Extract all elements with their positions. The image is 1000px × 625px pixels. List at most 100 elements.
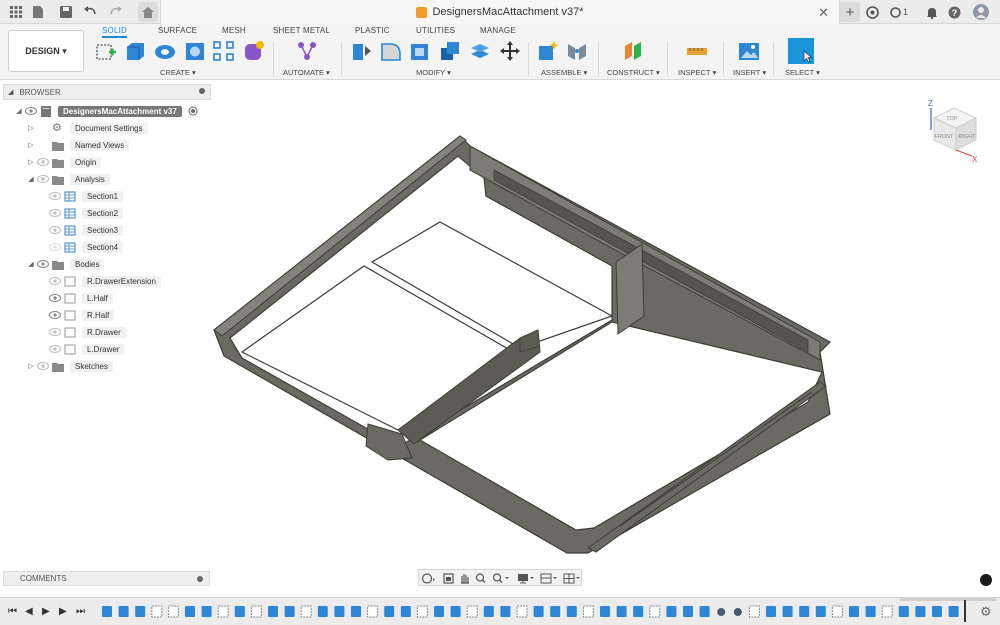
settings-gear-icon[interactable]: ⚙ xyxy=(980,604,992,620)
automate-icon[interactable] xyxy=(296,40,318,62)
visibility-eye-icon[interactable] xyxy=(49,294,61,302)
timeline-feature-icon[interactable] xyxy=(466,605,478,618)
go-to-end-icon[interactable]: ⏭ xyxy=(76,606,85,617)
shell-icon[interactable] xyxy=(409,40,431,62)
workspace-switcher-button[interactable]: DESIGN ▾ xyxy=(8,30,84,72)
expand-arrow-icon[interactable]: ▷ xyxy=(27,124,35,132)
timeline-feature-icon[interactable] xyxy=(683,606,693,617)
grid-menu-icon[interactable] xyxy=(8,4,24,20)
timeline-feature-icon[interactable] xyxy=(367,605,379,618)
timeline-feature-icon[interactable] xyxy=(533,606,544,617)
visibility-eye-icon[interactable] xyxy=(49,226,61,234)
browser-item-section2[interactable]: Section2 xyxy=(47,206,124,220)
visibility-eye-icon[interactable] xyxy=(37,158,49,166)
modify-menu[interactable]: MODIFY ▾ xyxy=(416,68,451,77)
timeline-feature-icon[interactable] xyxy=(400,606,411,617)
collapse-arrow-icon[interactable]: ◢ xyxy=(27,175,35,183)
visibility-eye-icon[interactable] xyxy=(49,192,61,200)
view-cube-right[interactable]: RIGHT xyxy=(958,134,976,140)
view-cube-top[interactable]: TOP xyxy=(946,116,958,122)
timeline-feature-icon[interactable] xyxy=(815,606,826,617)
revolve-icon[interactable] xyxy=(154,40,176,62)
comments-pin-icon[interactable] xyxy=(197,576,203,582)
expand-arrow-icon[interactable]: ▷ xyxy=(27,141,35,149)
display-settings-icon[interactable] xyxy=(518,574,534,584)
browser-item-named-views[interactable]: ▷ Named Views xyxy=(27,138,130,152)
browser-root-item[interactable]: ◢ DesignersMacAttachment v37 xyxy=(15,104,198,118)
timeline-feature-icon[interactable] xyxy=(284,606,295,617)
timeline-feature-icon[interactable] xyxy=(582,605,594,618)
timeline-feature-icon[interactable] xyxy=(550,606,561,617)
expand-arrow-icon[interactable]: ▷ xyxy=(27,158,35,166)
timeline-feature-icon[interactable] xyxy=(633,606,644,617)
undo-icon[interactable] xyxy=(82,4,98,20)
step-forward-icon[interactable]: ▶ xyxy=(59,606,67,617)
timeline-feature-icon[interactable] xyxy=(185,606,195,617)
timeline-feature-icon[interactable] xyxy=(831,605,843,618)
combine-icon[interactable] xyxy=(439,40,461,62)
tab-utilities[interactable]: UTILITIES xyxy=(416,26,455,35)
timeline-feature-icon[interactable] xyxy=(118,606,129,617)
timeline-feature-icon[interactable] xyxy=(649,605,661,618)
timeline-feature-icon[interactable] xyxy=(948,606,959,617)
visibility-eye-icon[interactable] xyxy=(49,328,61,336)
timeline-feature-icon[interactable] xyxy=(881,605,893,618)
visibility-eye-icon[interactable] xyxy=(37,175,49,183)
fit-zoom-icon[interactable] xyxy=(492,573,510,583)
assemble-menu[interactable]: ASSEMBLE ▾ xyxy=(541,68,587,77)
viewports-icon[interactable] xyxy=(563,573,580,584)
visibility-eye-icon[interactable] xyxy=(49,345,61,353)
timeline-feature-icon[interactable] xyxy=(932,606,942,617)
browser-item-origin[interactable]: ▷ Origin xyxy=(27,155,102,169)
visibility-eye-icon[interactable] xyxy=(37,362,49,370)
timeline-feature-icon[interactable] xyxy=(334,606,345,617)
browser-item-bodies[interactable]: ◢ Bodies xyxy=(27,257,105,271)
timeline-feature-icon[interactable] xyxy=(782,606,793,617)
timeline-feature-icon[interactable] xyxy=(766,606,776,617)
play-icon[interactable]: ▶ xyxy=(42,606,50,617)
extrude-icon[interactable] xyxy=(124,40,146,62)
zoom-icon[interactable] xyxy=(475,573,486,583)
timeline-feature-icon[interactable] xyxy=(167,605,179,618)
go-to-start-icon[interactable]: ⏮ xyxy=(8,606,17,617)
file-icon[interactable] xyxy=(30,4,46,20)
timeline-feature-icon[interactable] xyxy=(416,605,428,618)
measure-icon[interactable] xyxy=(686,40,708,62)
browser-item-section3[interactable]: Section3 xyxy=(47,223,124,237)
new-component-icon[interactable] xyxy=(537,40,559,62)
browser-pin-icon[interactable] xyxy=(199,88,205,94)
timeline-feature-icon[interactable] xyxy=(384,606,395,617)
grid-settings-icon[interactable] xyxy=(540,573,557,584)
collapse-arrow-icon[interactable]: ◢ xyxy=(27,260,35,268)
timeline-feature-icon[interactable] xyxy=(450,606,461,617)
step-back-icon[interactable]: ◀ xyxy=(25,606,33,617)
job-status-icon[interactable]: 1 xyxy=(888,4,910,20)
timeline-feature-icon[interactable] xyxy=(799,606,810,617)
redo-icon[interactable] xyxy=(108,4,124,20)
tab-surface[interactable]: SURFACE xyxy=(158,26,197,35)
timeline-feature-icon[interactable] xyxy=(300,605,312,618)
browser-item-sketches[interactable]: ▷ Sketches xyxy=(27,359,113,373)
offset-face-icon[interactable] xyxy=(469,40,491,62)
timeline-feature-icon[interactable] xyxy=(849,606,859,617)
visibility-eye-icon[interactable] xyxy=(49,209,61,217)
timeline-feature-icon[interactable] xyxy=(268,606,278,617)
automate-menu[interactable]: AUTOMATE ▾ xyxy=(283,68,330,77)
inspect-menu[interactable]: INSPECT ▾ xyxy=(678,68,716,77)
activate-radio-icon[interactable] xyxy=(188,106,198,116)
tab-mesh[interactable]: MESH xyxy=(222,26,246,35)
timeline-feature-icon[interactable] xyxy=(434,606,444,617)
visibility-eye-icon[interactable] xyxy=(25,107,37,115)
timeline-feature-icon[interactable] xyxy=(733,608,742,616)
timeline-feature-icon[interactable] xyxy=(865,606,876,617)
browser-item-section1[interactable]: Section1 xyxy=(47,189,124,203)
move-icon[interactable] xyxy=(499,40,521,62)
timeline-marker[interactable] xyxy=(964,600,966,622)
visibility-eye-icon[interactable] xyxy=(49,277,61,285)
pan-hand-icon[interactable] xyxy=(461,574,469,584)
create-menu[interactable]: CREATE ▾ xyxy=(160,68,196,77)
view-cube-front[interactable]: FRONT xyxy=(935,134,955,140)
construct-menu[interactable]: CONSTRUCT ▾ xyxy=(607,68,660,77)
home-icon[interactable] xyxy=(138,2,158,22)
browser-item-analysis[interactable]: ◢ Analysis xyxy=(27,172,110,186)
